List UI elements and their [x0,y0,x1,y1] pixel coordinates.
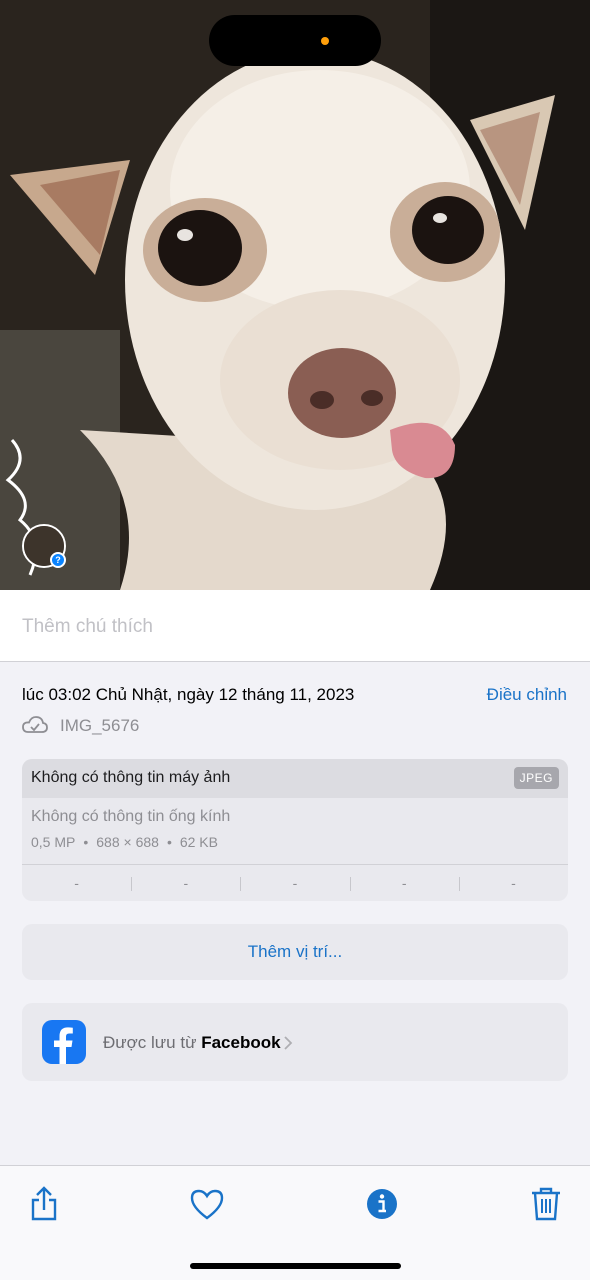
photo-datetime: lúc 03:02 Chủ Nhật, ngày 12 tháng 11, 20… [22,685,355,704]
exif-exposure: - [240,865,349,901]
dynamic-island [209,15,381,66]
chevron-right-icon [284,1036,293,1050]
add-location-button[interactable]: Thêm vị trí... [22,924,568,980]
resolution: 0,5 MP [31,834,76,850]
format-badge: JPEG [513,767,559,789]
info-icon[interactable] [362,1184,402,1224]
photo-viewer[interactable]: ? [0,0,590,590]
recording-indicator-dot [321,37,329,45]
caption-placeholder: Thêm chú thích [22,616,153,637]
source-text: Được lưu từ Facebook [103,1033,281,1053]
facebook-icon [42,1020,86,1064]
adjust-button[interactable]: Điều chỉnh [487,685,567,705]
exif-header: Không có thông tin máy ảnh JPEG [22,759,568,798]
camera-info: Không có thông tin máy ảnh [31,769,231,786]
question-badge-icon: ? [50,552,66,568]
exif-card: Không có thông tin máy ảnh JPEG Không có… [22,759,568,901]
cloud-icon [22,716,48,733]
spec-separator: • [83,834,89,850]
exif-shutter: - [458,865,568,901]
trash-icon[interactable] [526,1184,566,1224]
dimensions: 688 × 688 [96,834,159,850]
image-specs: 0,5 MP • 688 × 688 • 62 KB [31,834,218,850]
saved-from-facebook-row[interactable]: Được lưu từ Facebook [22,1003,568,1081]
file-name: IMG_5676 [60,716,140,735]
file-size: 62 KB [179,834,218,850]
share-icon[interactable] [24,1184,64,1224]
home-indicator[interactable] [190,1263,401,1269]
caption-field[interactable]: Thêm chú thích [0,590,590,662]
bottom-toolbar [0,1165,590,1280]
exif-focal-length: - [131,865,240,901]
heart-icon[interactable] [187,1184,227,1224]
exif-iso: - [74,875,79,891]
exif-aperture: - [349,865,459,901]
source-app-name: Facebook [201,1033,281,1052]
lens-info: Không có thông tin ống kính [31,808,231,825]
source-prefix: Được lưu từ [103,1033,197,1052]
spec-separator: • [166,834,172,850]
exif-settings-row: - - - - - [22,865,568,901]
dog-photo [0,0,590,590]
